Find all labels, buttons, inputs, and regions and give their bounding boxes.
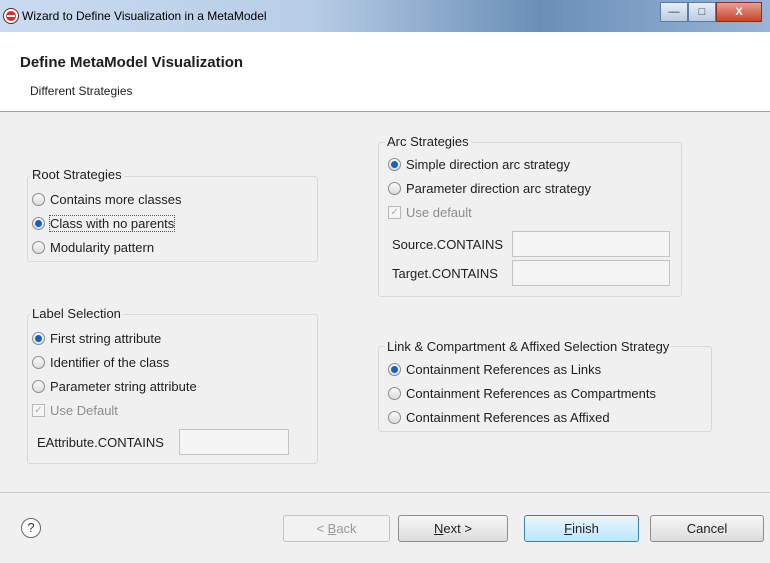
radio-label: Containment References as Links: [406, 362, 602, 377]
source-contains-field[interactable]: [512, 231, 670, 257]
radio-label: Modularity pattern: [50, 240, 155, 255]
root-strategies-title: Root Strategies: [30, 167, 124, 182]
radio-icon: [32, 193, 45, 206]
next-button[interactable]: Next >: [398, 515, 508, 542]
radio-label: First string attribute: [50, 331, 162, 346]
arc-option-simple-direction[interactable]: Simple direction arc strategy: [388, 157, 570, 172]
footer-separator: [0, 492, 770, 493]
back-rest: ack: [336, 521, 357, 536]
root-option-modularity-pattern[interactable]: Modularity pattern: [32, 240, 154, 255]
root-option-contains-more-classes[interactable]: Contains more classes: [32, 192, 182, 207]
back-button[interactable]: < Back: [283, 515, 390, 542]
link-option-compartments[interactable]: Containment References as Compartments: [388, 386, 656, 401]
link-option-links[interactable]: Containment References as Links: [388, 362, 601, 377]
help-icon[interactable]: ?: [21, 518, 41, 538]
title-bar: Wizard to Define Visualization in a Meta…: [0, 0, 770, 32]
radio-label: Identifier of the class: [50, 355, 170, 370]
radio-icon: [388, 387, 401, 400]
link-option-affixed[interactable]: Containment References as Affixed: [388, 410, 610, 425]
radio-selected-icon: [32, 332, 45, 345]
radio-selected-icon: [388, 363, 401, 376]
wizard-header: Define MetaModel Visualization Different…: [0, 32, 770, 112]
radio-icon: [388, 182, 401, 195]
checkbox-label: Use default: [406, 205, 472, 220]
label-option-identifier[interactable]: Identifier of the class: [32, 355, 169, 370]
radio-icon: [32, 241, 45, 254]
checkbox-checked-icon: ✓: [32, 404, 45, 417]
label-use-default-checkbox[interactable]: ✓ Use Default: [32, 403, 118, 418]
radio-label: Parameter direction arc strategy: [406, 181, 591, 196]
radio-label: Simple direction arc strategy: [406, 157, 571, 172]
arc-use-default-checkbox[interactable]: ✓ Use default: [388, 205, 472, 220]
window-title: Wizard to Define Visualization in a Meta…: [22, 9, 267, 23]
target-contains-field[interactable]: [512, 260, 670, 286]
eclipse-app-icon: [4, 9, 18, 23]
label-selection-title: Label Selection: [30, 306, 123, 321]
root-option-class-with-no-parents[interactable]: Class with no parents: [32, 215, 176, 232]
radio-selected-icon: [32, 217, 45, 230]
wizard-window: Wizard to Define Visualization in a Meta…: [0, 0, 770, 563]
radio-icon: [32, 356, 45, 369]
label-option-first-string[interactable]: First string attribute: [32, 331, 161, 346]
radio-label: Parameter string attribute: [50, 379, 197, 394]
radio-icon: [32, 380, 45, 393]
finish-mnemonic: F: [564, 521, 573, 536]
checkbox-label: Use Default: [50, 403, 118, 418]
minimize-button[interactable]: —: [660, 2, 688, 22]
page-title: Define MetaModel Visualization: [20, 54, 244, 71]
source-contains-label: Source.CONTAINS: [392, 237, 504, 252]
checkbox-checked-icon: ✓: [388, 206, 401, 219]
cancel-button[interactable]: Cancel: [650, 515, 764, 542]
radio-label: Containment References as Compartments: [406, 386, 657, 401]
target-contains-label: Target.CONTAINS: [392, 266, 498, 281]
link-strategy-title: Link & Compartment & Affixed Selection S…: [385, 339, 672, 354]
arc-option-parameter-direction[interactable]: Parameter direction arc strategy: [388, 181, 591, 196]
radio-label: Class with no parents: [48, 215, 176, 232]
page-subtitle: Different Strategies: [30, 84, 133, 98]
arc-strategies-title: Arc Strategies: [385, 134, 471, 149]
radio-icon: [388, 411, 401, 424]
maximize-button[interactable]: □: [688, 2, 716, 22]
back-prefix: <: [316, 521, 328, 536]
close-button[interactable]: X: [716, 2, 762, 22]
eattribute-contains-label: EAttribute.CONTAINS: [37, 435, 164, 450]
eattribute-contains-field[interactable]: [179, 429, 289, 455]
radio-label: Containment References as Affixed: [406, 410, 610, 425]
label-option-parameter-string[interactable]: Parameter string attribute: [32, 379, 197, 394]
finish-rest: inish: [572, 521, 599, 536]
radio-selected-icon: [388, 158, 401, 171]
next-rest: ext >: [443, 521, 472, 536]
finish-button[interactable]: Finish: [524, 515, 639, 542]
radio-label: Contains more classes: [50, 192, 182, 207]
window-controls: — □ X: [660, 2, 762, 22]
next-mnemonic: N: [434, 521, 444, 536]
